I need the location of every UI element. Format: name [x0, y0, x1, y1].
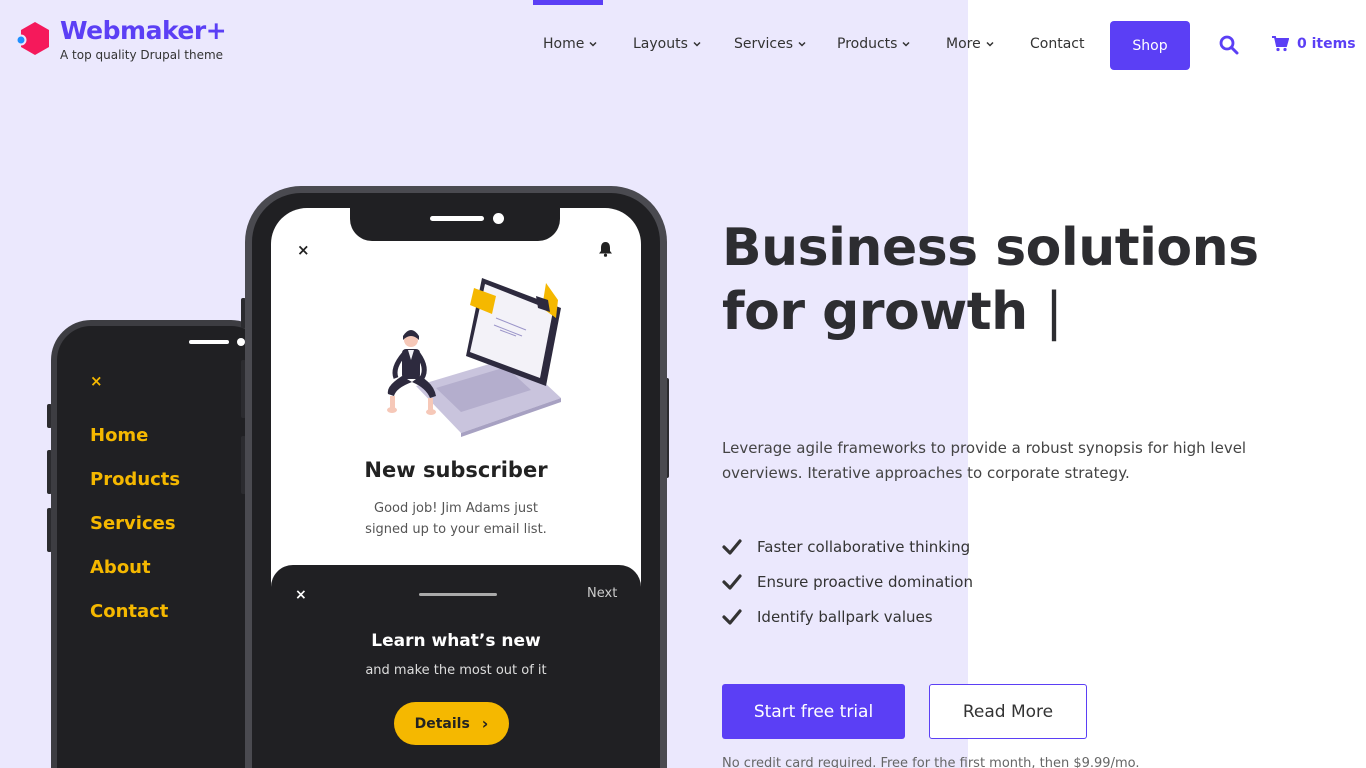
- phone-screen: × New subscriber Good job! Jim Adams jus…: [271, 208, 641, 768]
- mobile-menu-item: Home: [90, 425, 149, 446]
- checkmark-icon: [722, 608, 742, 625]
- site-tagline: A top quality Drupal theme: [60, 48, 224, 62]
- checkmark-icon: [722, 573, 742, 590]
- phone-camera: [237, 338, 245, 346]
- pricing-note: No credit card required. Free for the fi…: [722, 756, 1140, 768]
- read-more-button[interactable]: Read More: [929, 684, 1087, 739]
- chevron-down-icon: [902, 41, 910, 47]
- close-icon: ×: [295, 587, 307, 603]
- typing-cursor: |: [1045, 282, 1063, 342]
- logo-hexagon-icon: [16, 19, 52, 59]
- mobile-menu-item: Contact: [90, 601, 169, 622]
- hero-lead: Leverage agile frameworks to provide a r…: [722, 439, 1247, 482]
- phone-notch: [350, 208, 560, 241]
- bottom-sheet: × Next Learn what’s new and make the mos…: [271, 565, 641, 768]
- close-icon: ×: [297, 241, 310, 259]
- mobile-menu-item: Services: [90, 513, 176, 534]
- sheet-title: Learn what’s new: [371, 631, 541, 651]
- shop-button[interactable]: Shop: [1110, 21, 1190, 70]
- laptop-person-illustration: [387, 278, 561, 437]
- chevron-down-icon: [798, 41, 806, 47]
- cart-count: 0 items: [1297, 36, 1356, 52]
- notification-body: Good job! Jim Adams just signed up to yo…: [365, 501, 547, 537]
- site-name: Webmaker+: [60, 16, 227, 45]
- mobile-menu-item: Products: [90, 469, 181, 490]
- nav-item-more[interactable]: More: [946, 36, 994, 52]
- nav-item-home[interactable]: Home: [543, 36, 597, 52]
- hero-headline: Business solutions for growth |: [722, 218, 1259, 342]
- chevron-right-icon: ›: [481, 714, 489, 733]
- checklist-item: Ensure proactive domination: [722, 564, 973, 599]
- mobile-menu: Home Products Services About Contact: [90, 424, 180, 644]
- close-icon: ×: [90, 372, 103, 390]
- cart-icon: [1272, 36, 1289, 52]
- sheet-handle: [419, 593, 497, 596]
- chevron-down-icon: [693, 41, 701, 47]
- chevron-down-icon: [986, 41, 994, 47]
- phone-mockup-menu: × Home Products Services About Contact: [51, 320, 271, 768]
- mobile-menu-item: About: [90, 557, 151, 578]
- site-logo[interactable]: Webmaker+ A top quality Drupal theme: [16, 16, 227, 62]
- start-free-trial-button[interactable]: Start free trial: [722, 684, 905, 739]
- nav-item-services[interactable]: Services: [734, 36, 806, 52]
- bell-icon: [599, 242, 612, 257]
- nav-active-indicator: [533, 0, 603, 5]
- nav-item-layouts[interactable]: Layouts: [633, 36, 701, 52]
- phone-mockup-notification: × New subscriber Good job! Jim Adams jus…: [245, 186, 667, 768]
- nav-item-products[interactable]: Products: [837, 36, 910, 52]
- feature-checklist: Faster collaborative thinking Ensure pro…: [722, 529, 973, 634]
- cart-link[interactable]: 0 items: [1272, 36, 1356, 52]
- checklist-item: Faster collaborative thinking: [722, 529, 973, 564]
- checklist-item: Identify ballpark values: [722, 599, 973, 634]
- notification-title: New subscriber: [364, 458, 548, 482]
- chevron-down-icon: [589, 41, 597, 47]
- checkmark-icon: [722, 538, 742, 555]
- sheet-subtitle: and make the most out of it: [365, 663, 547, 678]
- search-icon[interactable]: [1219, 35, 1239, 55]
- sheet-next-link: Next: [587, 586, 618, 601]
- nav-item-contact[interactable]: Contact: [1030, 36, 1084, 52]
- phone-speaker: [189, 340, 229, 344]
- details-button: Details ›: [394, 702, 509, 745]
